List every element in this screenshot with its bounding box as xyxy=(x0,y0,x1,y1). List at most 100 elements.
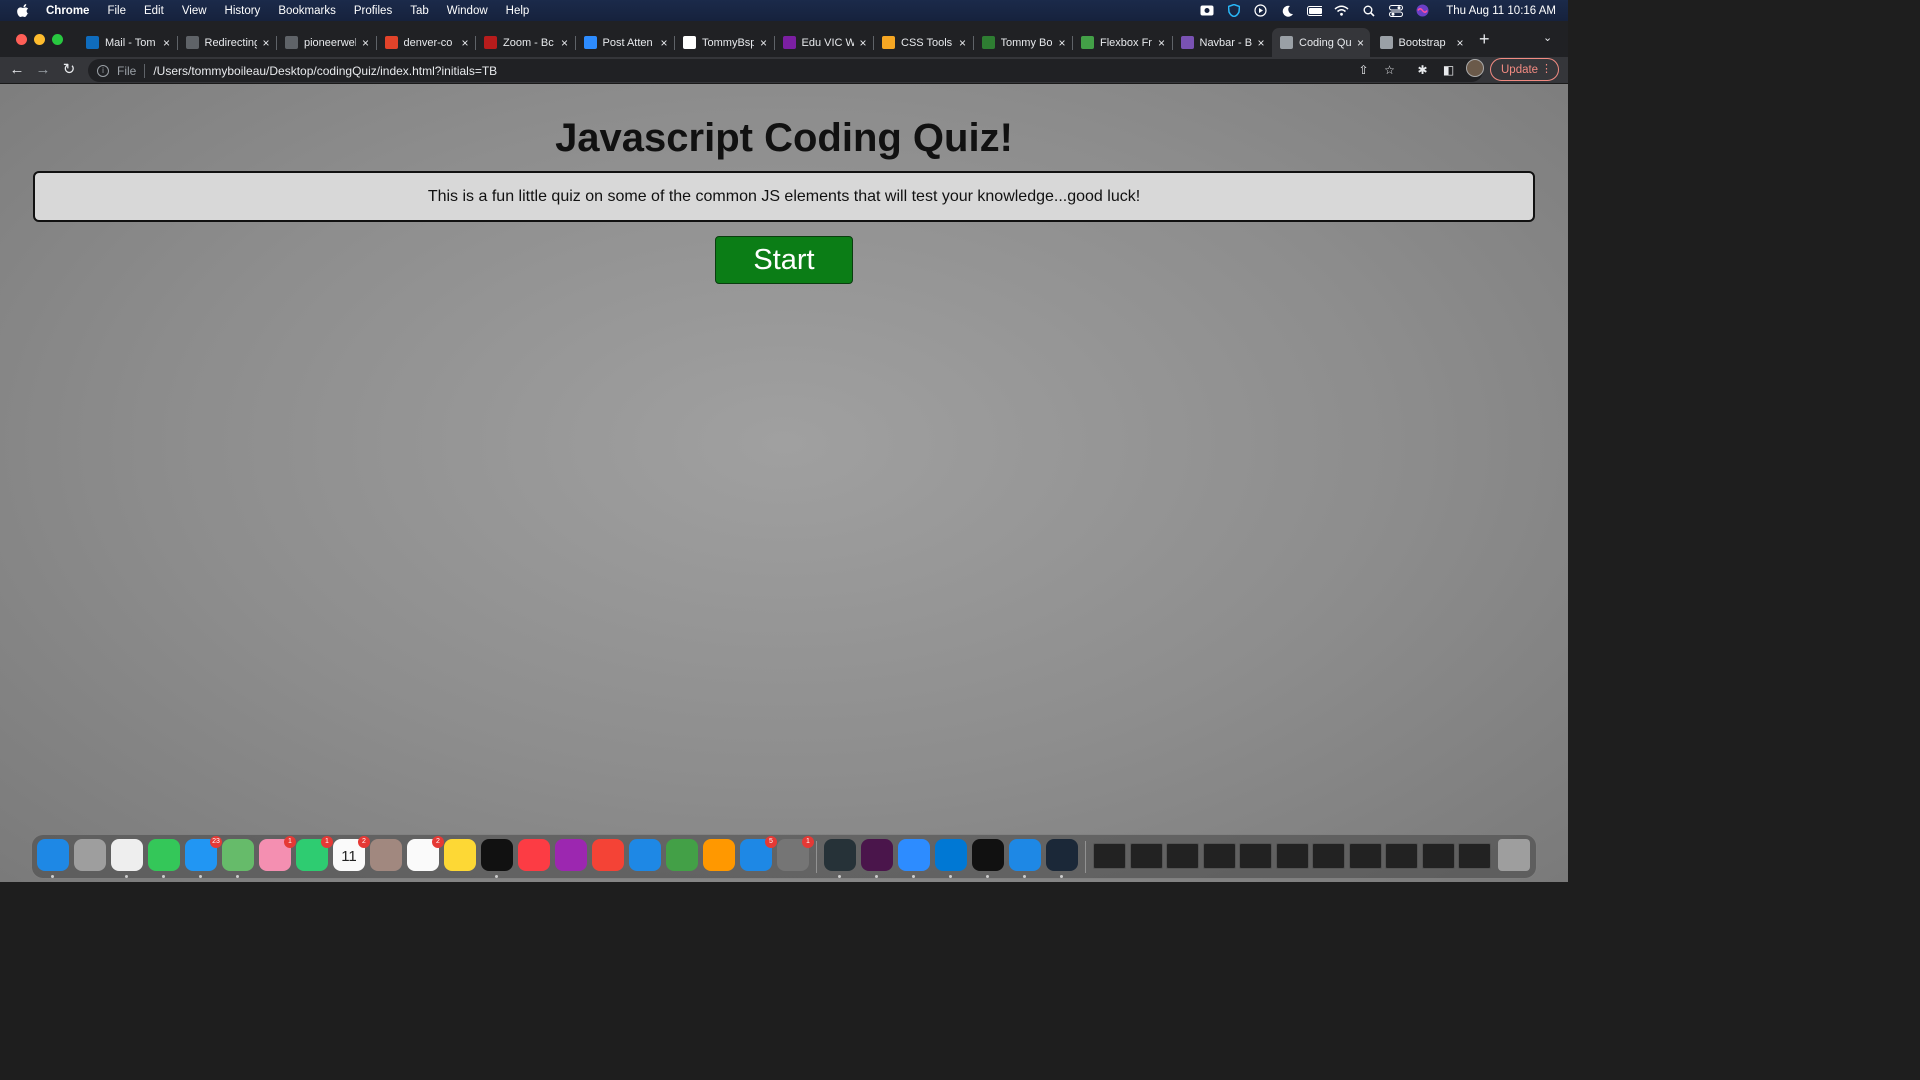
news-icon[interactable] xyxy=(592,839,624,871)
profile-avatar[interactable] xyxy=(1466,59,1484,77)
menu-tab[interactable]: Tab xyxy=(410,5,429,17)
minimized-window-thumbnail[interactable] xyxy=(1385,843,1418,869)
menu-help[interactable]: Help xyxy=(506,5,530,17)
new-tab-icon[interactable]: + xyxy=(1479,29,1490,50)
control-center-icon[interactable] xyxy=(1388,4,1403,17)
browser-tab[interactable]: Zoom - Bc × xyxy=(476,28,574,57)
more-vertical-icon[interactable]: ⋮ xyxy=(1541,62,1552,75)
pages-icon[interactable] xyxy=(703,839,735,871)
calendar-icon[interactable]: 11 2 xyxy=(333,836,370,871)
minimized-window-thumbnail[interactable] xyxy=(1458,843,1491,869)
menu-profiles[interactable]: Profiles xyxy=(354,5,392,17)
trash-icon[interactable] xyxy=(1498,839,1530,871)
slack-icon[interactable] xyxy=(861,839,893,871)
facetime-icon[interactable]: 1 xyxy=(296,836,333,871)
start-button[interactable]: Start xyxy=(715,236,853,284)
notes-icon[interactable] xyxy=(444,839,476,871)
photos-icon[interactable]: 1 xyxy=(259,836,296,871)
extensions-puzzle-icon[interactable]: ✱ xyxy=(1415,63,1430,78)
update-chrome-button[interactable]: Update ⋮ xyxy=(1490,58,1559,81)
close-tab-icon[interactable]: × xyxy=(1357,36,1364,50)
close-tab-icon[interactable]: × xyxy=(263,36,270,50)
minimized-window-thumbnail[interactable] xyxy=(1421,843,1455,869)
close-tab-icon[interactable]: × xyxy=(362,36,369,50)
close-tab-icon[interactable]: × xyxy=(1059,36,1066,50)
minimized-window-thumbnail[interactable] xyxy=(1202,843,1236,869)
play-circle-icon[interactable] xyxy=(1253,4,1268,17)
side-panel-icon[interactable]: ◧ xyxy=(1441,63,1456,78)
browser-tab[interactable]: pioneerweb × xyxy=(277,28,375,57)
safari-icon[interactable] xyxy=(1009,839,1041,871)
system-preferences-icon[interactable]: 1 xyxy=(777,836,814,871)
tab-search-chevron-icon[interactable]: ⌄ xyxy=(1543,31,1552,44)
menu-view[interactable]: View xyxy=(182,5,207,17)
close-tab-icon[interactable]: × xyxy=(1158,36,1165,50)
minimized-window-thumbnail[interactable] xyxy=(1312,843,1345,869)
mail-icon[interactable]: 23 xyxy=(185,836,222,871)
browser-tab[interactable]: Redirecting × xyxy=(178,28,276,57)
close-tab-icon[interactable]: × xyxy=(860,36,867,50)
chrome-icon[interactable] xyxy=(111,839,143,871)
browser-tab[interactable]: Tommy Bo × xyxy=(974,28,1072,57)
browser-tab[interactable]: Edu VIC W × xyxy=(775,28,873,57)
messages-icon[interactable] xyxy=(148,839,180,871)
wifi-icon[interactable] xyxy=(1334,4,1349,17)
launchpad-icon[interactable] xyxy=(74,839,106,871)
site-info-icon[interactable]: i xyxy=(97,64,109,77)
browser-tab[interactable]: Coding Qu × xyxy=(1272,28,1370,57)
browser-tab[interactable]: TommyBsp × xyxy=(675,28,773,57)
battery-icon[interactable] xyxy=(1307,4,1323,17)
menu-edit[interactable]: Edit xyxy=(144,5,164,17)
spotlight-search-icon[interactable] xyxy=(1361,4,1376,17)
vscode-icon[interactable] xyxy=(935,839,967,871)
music-icon[interactable] xyxy=(518,839,550,871)
address-bar[interactable]: i File /Users/tommyboileau/Desktop/codin… xyxy=(88,59,1483,82)
close-tab-icon[interactable]: × xyxy=(959,36,966,50)
back-arrow-icon[interactable]: ← xyxy=(8,61,26,79)
share-icon[interactable]: ⇧ xyxy=(1356,63,1371,78)
menu-bar-clock[interactable]: Thu Aug 11 10:16 AM xyxy=(1446,5,1556,17)
minimized-window-thumbnail[interactable] xyxy=(1275,843,1309,869)
minimize-window-button[interactable] xyxy=(34,34,45,45)
terminal-icon[interactable] xyxy=(972,839,1004,871)
maps-icon[interactable] xyxy=(222,839,254,871)
bookmark-star-icon[interactable]: ☆ xyxy=(1382,63,1397,78)
menu-window[interactable]: Window xyxy=(447,5,488,17)
browser-tab[interactable]: Navbar - B × xyxy=(1173,28,1271,57)
minimized-window-thumbnail[interactable] xyxy=(1166,843,1199,869)
keynote-icon[interactable] xyxy=(629,839,661,871)
zoom-window-button[interactable] xyxy=(52,34,63,45)
browser-tab[interactable]: Flexbox Fr × xyxy=(1073,28,1171,57)
app-store-icon[interactable]: 5 xyxy=(740,836,777,871)
menu-history[interactable]: History xyxy=(225,5,261,17)
browser-tab[interactable]: Mail - Tom × xyxy=(78,28,176,57)
menu-app-name[interactable]: Chrome xyxy=(46,5,89,17)
close-window-button[interactable] xyxy=(16,34,27,45)
contacts-icon[interactable] xyxy=(370,839,402,871)
browser-tab[interactable]: denver-co × xyxy=(377,28,475,57)
reminders-icon[interactable]: 2 xyxy=(407,836,444,871)
browser-tab[interactable]: Post Atten × xyxy=(576,28,674,57)
podcasts-icon[interactable] xyxy=(555,839,587,871)
siri-icon[interactable] xyxy=(1415,4,1430,17)
menu-file[interactable]: File xyxy=(107,5,126,17)
close-tab-icon[interactable]: × xyxy=(661,36,668,50)
minimized-window-thumbnail[interactable] xyxy=(1239,843,1272,869)
steam-icon[interactable] xyxy=(1046,839,1078,871)
close-tab-icon[interactable]: × xyxy=(561,36,568,50)
screen-record-icon[interactable] xyxy=(1199,4,1214,17)
close-tab-icon[interactable]: × xyxy=(760,36,767,50)
close-tab-icon[interactable]: × xyxy=(1258,36,1265,50)
apple-tv-icon[interactable] xyxy=(481,839,513,871)
activity-monitor-icon[interactable] xyxy=(824,839,856,871)
reload-icon[interactable]: ↻ xyxy=(60,61,78,79)
minimized-window-thumbnail[interactable] xyxy=(1348,843,1382,869)
grammarly-shield-icon[interactable] xyxy=(1226,4,1241,17)
forward-arrow-icon[interactable]: → xyxy=(34,61,52,79)
address-url[interactable]: /Users/tommyboileau/Desktop/codingQuiz/i… xyxy=(153,64,497,78)
menu-bookmarks[interactable]: Bookmarks xyxy=(278,5,336,17)
moon-icon[interactable] xyxy=(1280,4,1295,17)
finder-icon[interactable] xyxy=(37,839,69,871)
browser-tab[interactable]: CSS Tools × xyxy=(874,28,972,57)
minimized-window-thumbnail[interactable] xyxy=(1093,843,1126,869)
